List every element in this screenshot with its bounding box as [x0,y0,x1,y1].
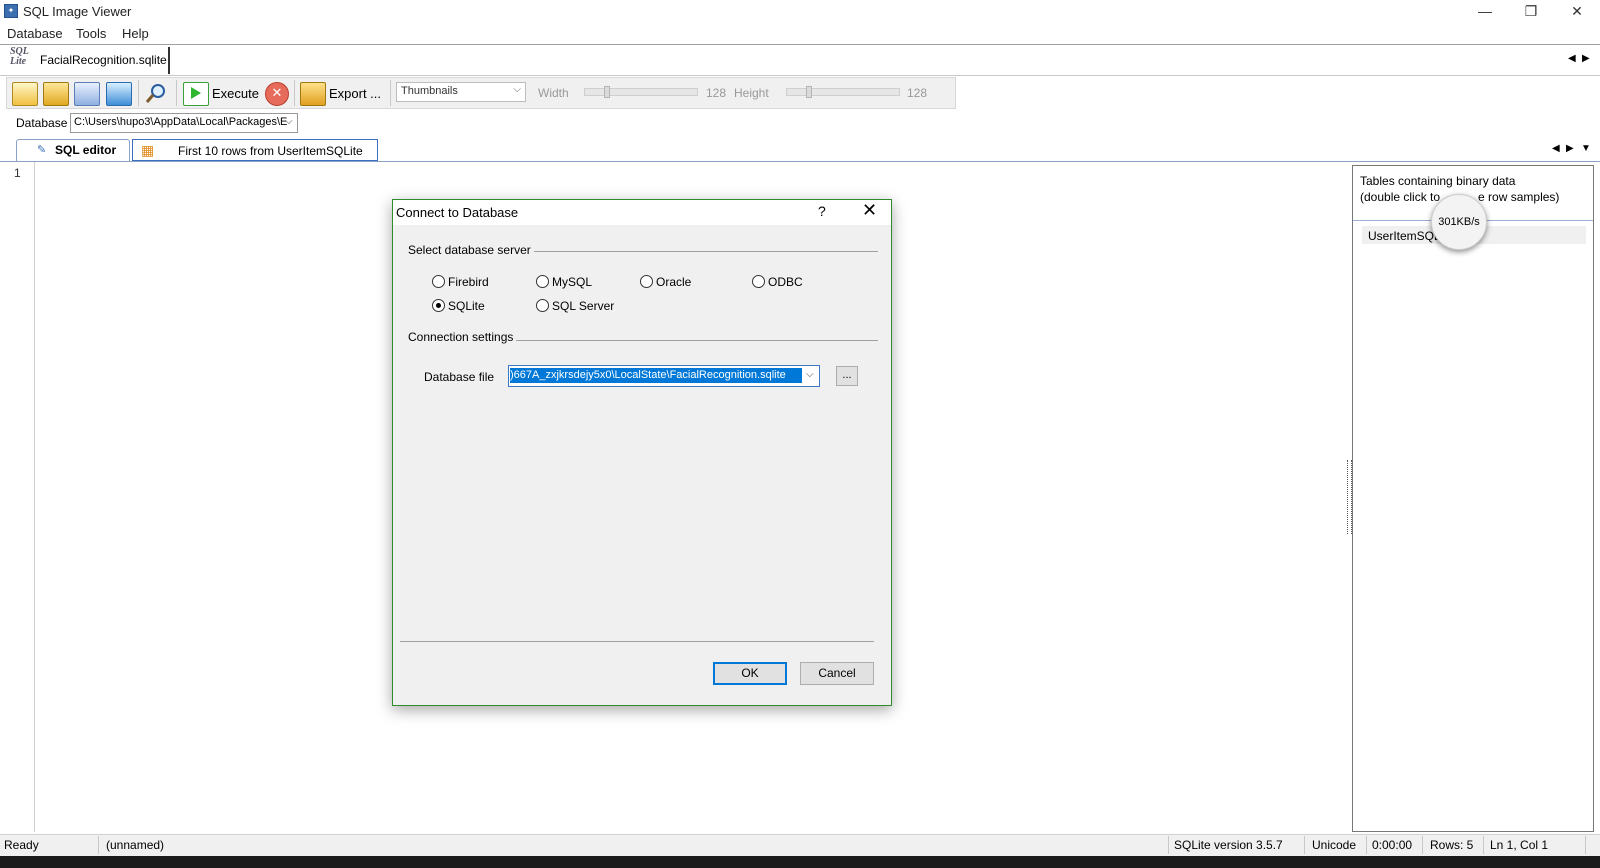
chevron-down-icon: ⌵ [513,84,521,95]
editor-tab-scroll-left-icon[interactable]: ◀ [1552,143,1560,154]
minimize-button[interactable]: — [1462,0,1508,24]
radio-sqlite[interactable] [432,299,445,312]
radio-mysql-label[interactable]: MySQL [552,275,592,289]
radio-sql-server-label[interactable]: SQL Server [552,299,614,313]
radio-sqlite-label[interactable]: SQLite [448,299,485,313]
height-label: Height [734,86,769,100]
chevron-down-icon[interactable]: ⌵ [285,116,293,127]
search-icon[interactable] [144,82,168,104]
ok-button[interactable]: OK [713,662,787,685]
pencil-icon: ✎ [37,144,47,156]
width-slider[interactable] [584,88,698,96]
chevron-down-icon[interactable]: ⌵ [806,369,814,380]
status-time: 0:00:00 [1372,838,1413,852]
database-file-label: Database file [424,370,495,384]
status-state: Ready [4,838,39,852]
document-tab-label: FacialRecognition.sqlite [40,53,167,67]
dialog-title: Connect to Database [396,205,519,220]
browse-button[interactable]: ... [836,366,858,386]
panel-heading: Tables containing binary data [1360,174,1516,188]
database-path-combo[interactable]: C:\Users\hupo3\AppData\Local\Packages\E [70,113,298,133]
view-mode-select[interactable]: Thumbnails ⌵ [396,82,526,102]
radio-mysql[interactable] [536,275,549,288]
radio-oracle[interactable] [640,275,653,288]
radio-sql-server[interactable] [536,299,549,312]
tab-sql-editor-label: SQL editor [55,143,117,157]
menu-database[interactable]: Database [7,26,63,41]
new-document-icon[interactable] [12,82,38,106]
height-slider-thumb[interactable] [806,86,812,98]
open-folder-icon[interactable] [43,82,69,106]
database-label: Database [16,116,68,130]
grid-icon: ▦ [141,142,155,158]
status-bar [0,834,1600,857]
help-icon[interactable]: ? [818,203,826,219]
radio-oracle-label[interactable]: Oracle [656,275,691,289]
taskbar [0,856,1600,868]
database-path-value: C:\Users\hupo3\AppData\Local\Packages\E [74,116,288,128]
save-icon[interactable] [74,82,100,106]
width-value: 128 [706,86,727,100]
status-encoding: Unicode [1312,838,1357,852]
server-group-label: Select database server [408,243,534,257]
view-mode-value: Thumbnails [401,85,458,97]
line-number: 1 [14,166,21,180]
menu-help[interactable]: Help [122,26,149,41]
window-title: SQL Image Viewer [23,4,132,19]
editor-tab-menu-icon[interactable]: ▼ [1581,143,1591,154]
sqlite-icon: SQL Lite [10,46,29,67]
network-speed-overlay: 301KB/s [1431,194,1487,250]
dialog-close-icon[interactable]: ✕ [862,200,877,221]
status-rows: Rows: 5 [1430,838,1474,852]
export-button-label[interactable]: Export ... [329,86,381,101]
tab-sql-editor[interactable]: ✎ SQL editor [16,139,130,161]
radio-odbc-label[interactable]: ODBC [768,275,803,289]
document-tab-strip [0,44,1600,76]
menu-tools[interactable]: Tools [76,26,106,41]
height-slider[interactable] [786,88,900,96]
status-version: SQLite version 3.5.7 [1174,838,1283,852]
cancel-button[interactable]: Cancel [800,662,874,685]
tab-first-10-rows-label: First 10 rows from UserItemSQLite [178,144,363,158]
close-button[interactable]: ✕ [1554,0,1600,24]
execute-button-label[interactable]: Execute [212,86,259,101]
dialog-divider [400,641,874,642]
tab-scroll-left-icon[interactable]: ◀ [1568,53,1576,64]
binary-tables-panel [1352,165,1594,832]
stop-icon[interactable]: ✕ [265,82,289,106]
editor-tab-scroll-right-icon[interactable]: ▶ [1566,143,1574,154]
app-icon: ✦ [4,4,18,18]
save-as-icon[interactable] [106,82,132,106]
height-value: 128 [907,86,928,100]
radio-odbc[interactable] [752,275,765,288]
tab-scroll-right-icon[interactable]: ▶ [1582,53,1590,64]
tab-first-10-rows[interactable]: ▦ First 10 rows from UserItemSQLite [132,139,378,161]
restore-button[interactable]: ❐ [1508,0,1554,24]
menu-bar: Database Tools Help [0,24,1600,43]
connection-group-label: Connection settings [408,330,517,344]
radio-firebird-label[interactable]: Firebird [448,275,489,289]
line-number-gutter [0,162,35,832]
status-name: (unnamed) [106,838,165,852]
table-name-item: UserItemSQL [1368,229,1441,243]
database-file-value[interactable]: )667A_zxjkrsdejy5x0\LocalState\FacialRec… [510,368,802,383]
execute-icon[interactable] [183,82,209,106]
title-bar [0,0,1600,24]
width-slider-thumb[interactable] [604,86,610,98]
status-position: Ln 1, Col 1 [1490,838,1549,852]
width-label: Width [538,86,569,100]
radio-firebird[interactable] [432,275,445,288]
export-icon[interactable] [300,82,326,106]
